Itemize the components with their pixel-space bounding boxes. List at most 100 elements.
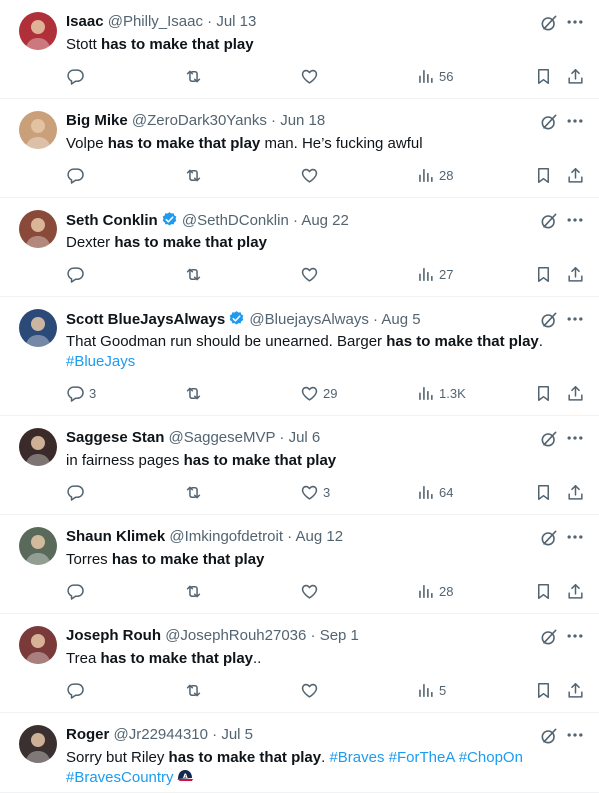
- tweet[interactable]: Scott BlueJaysAlways @BluejaysAlways · A…: [0, 297, 599, 416]
- avatar[interactable]: [19, 111, 57, 149]
- more-icon[interactable]: [565, 527, 585, 547]
- retweet-button[interactable]: [184, 65, 203, 87]
- author-handle[interactable]: @Jr22944310: [114, 726, 208, 743]
- hashtag-link[interactable]: #ChopOn: [459, 749, 523, 766]
- avatar[interactable]: [19, 12, 57, 50]
- like-button[interactable]: [300, 580, 319, 602]
- more-icon[interactable]: [565, 12, 585, 32]
- grok-icon[interactable]: [539, 726, 559, 746]
- grok-icon[interactable]: [539, 528, 559, 548]
- bookmark-button[interactable]: [534, 164, 553, 186]
- tweet-date[interactable]: Aug 5: [381, 311, 420, 328]
- like-button[interactable]: 29: [300, 382, 337, 404]
- author-name[interactable]: Joseph Rouh: [66, 627, 161, 644]
- share-button[interactable]: [566, 679, 585, 701]
- author-handle[interactable]: @BluejaysAlways: [249, 311, 368, 328]
- tweet-date[interactable]: Jun 18: [280, 112, 325, 129]
- retweet-button[interactable]: [184, 679, 203, 701]
- grok-icon[interactable]: [539, 310, 559, 330]
- bookmark-button[interactable]: [534, 263, 553, 285]
- avatar[interactable]: [19, 626, 57, 664]
- reply-button[interactable]: 3: [66, 382, 96, 404]
- like-button[interactable]: [300, 263, 319, 285]
- author-name[interactable]: Scott BlueJaysAlways: [66, 311, 225, 328]
- more-icon[interactable]: [565, 428, 585, 448]
- tweet[interactable]: Joseph Rouh @JosephRouh27036 · Sep 1 Trea…: [0, 614, 599, 713]
- retweet-button[interactable]: [184, 164, 203, 186]
- author-handle[interactable]: @Philly_Isaac: [108, 13, 203, 30]
- author-name[interactable]: Shaun Klimek: [66, 528, 165, 545]
- views-button[interactable]: 5: [416, 679, 446, 701]
- views-button[interactable]: 56: [416, 65, 453, 87]
- avatar[interactable]: [19, 210, 57, 248]
- author-name[interactable]: Isaac: [66, 13, 104, 30]
- author-name[interactable]: Roger: [66, 726, 109, 743]
- bookmark-button[interactable]: [534, 679, 553, 701]
- retweet-button[interactable]: [184, 580, 203, 602]
- more-icon[interactable]: [565, 210, 585, 230]
- avatar[interactable]: [19, 527, 57, 565]
- hashtag-link[interactable]: #Braves: [329, 749, 384, 766]
- tweet[interactable]: Roger @Jr22944310 · Jul 5 Sorry but Riley…: [0, 713, 599, 793]
- tweet[interactable]: Isaac @Philly_Isaac · Jul 13 Stott has to…: [0, 0, 599, 99]
- tweet-date[interactable]: Sep 1: [320, 627, 359, 644]
- author-handle[interactable]: @JosephRouh27036: [165, 627, 306, 644]
- views-button[interactable]: 1.3K: [416, 382, 466, 404]
- author-handle[interactable]: @Imkingofdetroit: [169, 528, 283, 545]
- tweet[interactable]: Seth Conklin @SethDConklin · Aug 22 Dexte…: [0, 198, 599, 297]
- views-button[interactable]: 64: [416, 481, 453, 503]
- tweet-date[interactable]: Aug 22: [301, 212, 349, 229]
- grok-icon[interactable]: [539, 13, 559, 33]
- tweet-date[interactable]: Jul 5: [221, 726, 253, 743]
- hashtag-link[interactable]: #BravesCountry: [66, 769, 174, 786]
- more-icon[interactable]: [565, 111, 585, 131]
- reply-button[interactable]: [66, 580, 85, 602]
- views-button[interactable]: 28: [416, 164, 453, 186]
- reply-button[interactable]: [66, 164, 85, 186]
- views-button[interactable]: 28: [416, 580, 453, 602]
- like-button[interactable]: [300, 65, 319, 87]
- grok-icon[interactable]: [539, 112, 559, 132]
- tweet[interactable]: Shaun Klimek @Imkingofdetroit · Aug 12 To…: [0, 515, 599, 614]
- author-name[interactable]: Seth Conklin: [66, 212, 158, 229]
- bookmark-button[interactable]: [534, 580, 553, 602]
- tweet-date[interactable]: Jul 6: [289, 429, 321, 446]
- author-name[interactable]: Big Mike: [66, 112, 128, 129]
- grok-icon[interactable]: [539, 429, 559, 449]
- more-icon[interactable]: [565, 725, 585, 745]
- share-button[interactable]: [566, 164, 585, 186]
- author-handle[interactable]: @SethDConklin: [182, 212, 289, 229]
- retweet-button[interactable]: [184, 263, 203, 285]
- reply-button[interactable]: [66, 679, 85, 701]
- tweet-date[interactable]: Aug 12: [296, 528, 344, 545]
- retweet-button[interactable]: [184, 481, 203, 503]
- grok-icon[interactable]: [539, 627, 559, 647]
- author-handle[interactable]: @ZeroDark30Yanks: [132, 112, 267, 129]
- more-icon[interactable]: [565, 626, 585, 646]
- avatar[interactable]: [19, 428, 57, 466]
- avatar[interactable]: [19, 309, 57, 347]
- hashtag-link[interactable]: #ForTheA: [389, 749, 455, 766]
- hashtag-link[interactable]: #BlueJays: [66, 353, 135, 370]
- like-button[interactable]: [300, 679, 319, 701]
- share-button[interactable]: [566, 481, 585, 503]
- share-button[interactable]: [566, 580, 585, 602]
- author-name[interactable]: Saggese Stan: [66, 429, 164, 446]
- tweet[interactable]: Saggese Stan @SaggeseMVP · Jul 6 in fairn…: [0, 416, 599, 515]
- more-icon[interactable]: [565, 309, 585, 329]
- reply-button[interactable]: [66, 481, 85, 503]
- tweet[interactable]: Big Mike @ZeroDark30Yanks · Jun 18 Volpe …: [0, 99, 599, 198]
- views-button[interactable]: 27: [416, 263, 453, 285]
- share-button[interactable]: [566, 65, 585, 87]
- grok-icon[interactable]: [539, 211, 559, 231]
- share-button[interactable]: [566, 382, 585, 404]
- avatar[interactable]: [19, 725, 57, 763]
- retweet-button[interactable]: [184, 382, 203, 404]
- tweet-date[interactable]: Jul 13: [216, 13, 256, 30]
- like-button[interactable]: [300, 164, 319, 186]
- reply-button[interactable]: [66, 65, 85, 87]
- author-handle[interactable]: @SaggeseMVP: [169, 429, 276, 446]
- reply-button[interactable]: [66, 263, 85, 285]
- bookmark-button[interactable]: [534, 481, 553, 503]
- share-button[interactable]: [566, 263, 585, 285]
